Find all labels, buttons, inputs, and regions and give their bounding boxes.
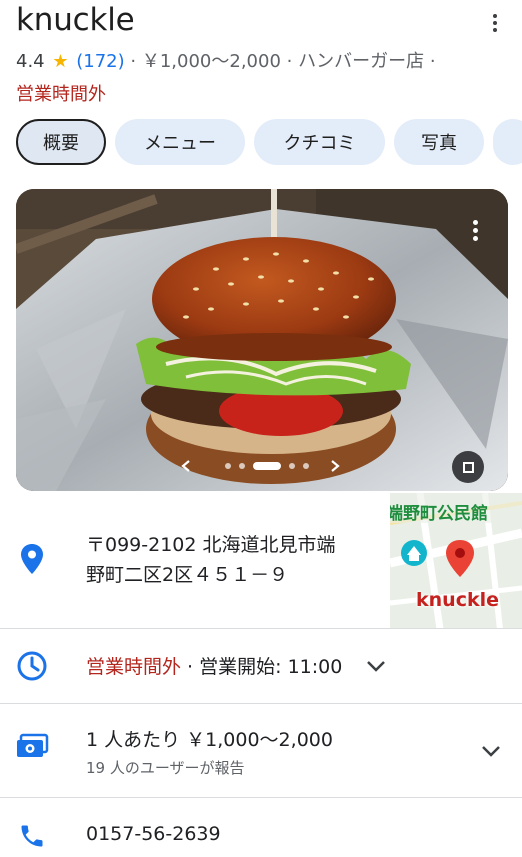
place-name: knuckle	[16, 2, 135, 38]
address-line-2: 野町二区2区４５１－９	[86, 564, 289, 586]
open-status: 営業時間外	[16, 84, 106, 105]
divider	[0, 797, 522, 798]
tab-bar: 概要 メニュー クチコミ 写真	[16, 119, 522, 167]
chevron-down-icon[interactable]	[365, 658, 387, 674]
carousel-dot	[239, 463, 245, 469]
tab-photos[interactable]: 写真	[394, 119, 484, 165]
map-pin-label: knuckle	[416, 589, 499, 611]
address[interactable]: 〒099-2102 北海道北見市端 野町二区2区４５１－９	[86, 530, 336, 590]
carousel-nav	[175, 455, 345, 477]
divider	[0, 703, 522, 704]
location-pin-icon	[21, 544, 43, 574]
address-line-1: 〒099-2102 北海道北見市端	[86, 534, 336, 556]
phone-number[interactable]: 0157-56-2639	[86, 823, 221, 845]
place-photo[interactable]	[16, 189, 508, 491]
carousel-dot	[303, 463, 309, 469]
expand-icon[interactable]	[452, 451, 484, 483]
star-icon: ★	[52, 51, 69, 72]
price-range: ￥1,000～2,000	[141, 51, 281, 72]
review-count-link[interactable]: (172)	[76, 51, 124, 72]
map-poi-label: 端野町公民館	[390, 504, 488, 524]
chevron-down-icon[interactable]	[480, 743, 502, 759]
rating-summary: 4.4 ★ (172) · ￥1,000～2,000 · ハンバーガー店 ·	[16, 51, 436, 72]
hours-open-time: 営業開始: 11:00	[199, 656, 343, 678]
tab-more[interactable]	[493, 119, 522, 165]
clock-icon	[17, 651, 47, 681]
price-report-count: 19 人のユーザーが報告	[86, 759, 245, 777]
category: ハンバーガー店	[298, 51, 425, 72]
hours-row[interactable]: 営業時間外 · 営業開始: 11:00	[86, 652, 342, 679]
hours-status: 営業時間外	[86, 656, 182, 678]
divider	[0, 628, 522, 629]
price-per-person: 1 人あたり ￥1,000～2,000	[86, 729, 333, 751]
money-icon	[17, 733, 49, 757]
mini-map[interactable]: 端野町公民館 knuckle	[390, 493, 522, 629]
rating-value: 4.4	[16, 51, 45, 72]
chevron-right-icon	[331, 460, 340, 472]
carousel-dot	[225, 463, 231, 469]
photo-more-icon[interactable]	[468, 220, 482, 246]
phone-icon	[21, 825, 43, 847]
chevron-left-icon	[181, 460, 190, 472]
tab-reviews[interactable]: クチコミ	[254, 119, 385, 165]
tab-overview[interactable]: 概要	[16, 119, 106, 165]
carousel-dot	[253, 462, 281, 470]
tab-menu[interactable]: メニュー	[115, 119, 245, 165]
carousel-dot	[289, 463, 295, 469]
more-vert-icon[interactable]	[488, 14, 502, 38]
